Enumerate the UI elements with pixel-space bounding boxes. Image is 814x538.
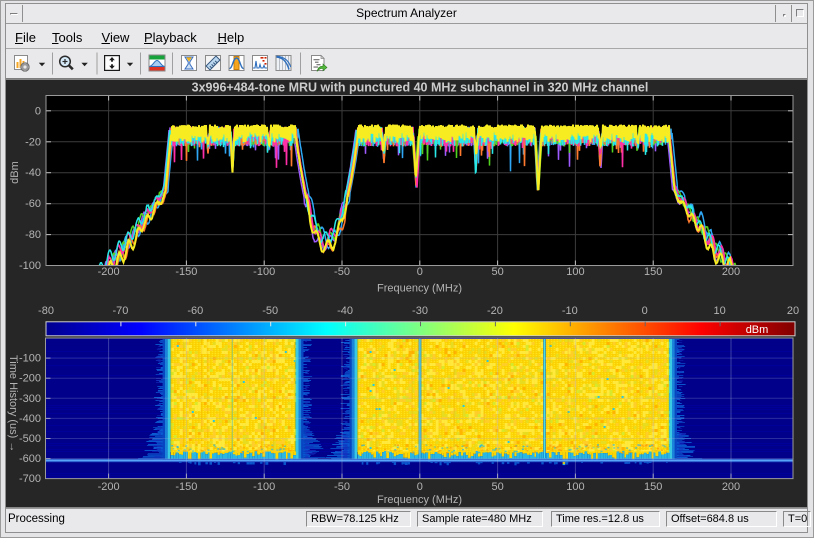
svg-text:10: 10 [713,305,725,317]
svg-text:50: 50 [491,266,503,278]
svg-text:-80: -80 [25,229,41,241]
svg-text:-500: -500 [19,433,41,445]
svg-text:0: 0 [417,266,423,278]
svg-text:dBm: dBm [746,324,769,336]
svg-text:3x996+484-tone MRU with punctu: 3x996+484-tone MRU with punctured 40 MHz… [192,81,649,95]
svg-text:100: 100 [566,266,584,278]
svg-text:-60: -60 [25,198,41,210]
svg-text:-200: -200 [98,266,120,278]
svg-text:-60: -60 [187,305,203,317]
svg-text:-100: -100 [253,266,275,278]
svg-text:-150: -150 [175,481,197,493]
svg-text:-10: -10 [562,305,578,317]
svg-text:200: 200 [722,266,740,278]
svg-text:-700: -700 [19,473,41,485]
svg-text:0: 0 [642,305,648,317]
svg-text:Time History (us) →: Time History (us) → [7,355,19,452]
svg-text:-40: -40 [25,167,41,179]
svg-text:-80: -80 [38,305,54,317]
svg-text:100: 100 [566,481,584,493]
svg-text:0: 0 [417,481,423,493]
svg-text:-70: -70 [112,305,128,317]
svg-text:-20: -20 [25,136,41,148]
svg-text:dBm: dBm [9,161,21,184]
svg-text:0: 0 [35,105,41,117]
svg-text:-30: -30 [412,305,428,317]
svg-text:Frequency (MHz): Frequency (MHz) [377,283,462,295]
svg-text:150: 150 [644,266,662,278]
svg-text:-100: -100 [253,481,275,493]
svg-text:-300: -300 [19,393,41,405]
svg-text:20: 20 [787,305,799,317]
svg-text:-50: -50 [334,266,350,278]
svg-text:-100: -100 [19,260,41,272]
svg-text:200: 200 [722,481,740,493]
svg-text:150: 150 [644,481,662,493]
svg-text:-50: -50 [262,305,278,317]
svg-text:-50: -50 [334,481,350,493]
svg-text:-20: -20 [487,305,503,317]
svg-text:Frequency (MHz): Frequency (MHz) [377,494,462,506]
svg-text:-600: -600 [19,453,41,465]
svg-text:50: 50 [491,481,503,493]
svg-text:-400: -400 [19,413,41,425]
svg-text:-100: -100 [19,353,41,365]
svg-text:-200: -200 [19,373,41,385]
svg-text:-40: -40 [337,305,353,317]
svg-text:-200: -200 [98,481,120,493]
svg-text:-150: -150 [175,266,197,278]
